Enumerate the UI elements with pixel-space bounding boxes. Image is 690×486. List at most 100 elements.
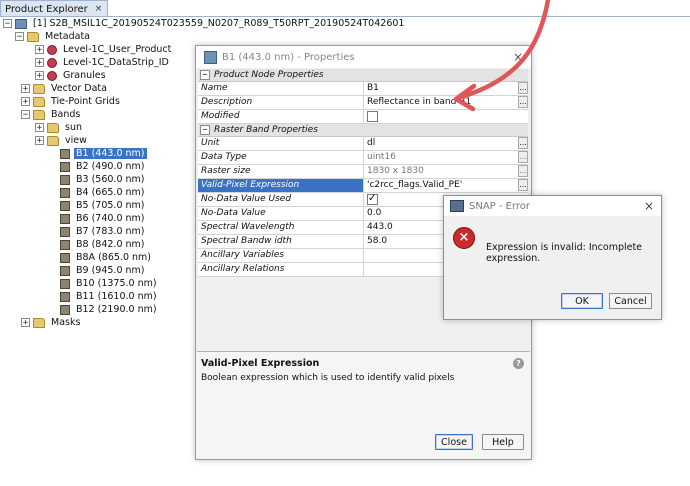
metadata-item-label: Level-1C_DataStrip_ID [63, 57, 169, 68]
band-label: B4 (665.0 nm) [76, 187, 145, 198]
bands-label: Bands [51, 109, 81, 120]
tree-node-band[interactable]: B9 (945.0 nm) [48, 264, 147, 277]
tree-node-band[interactable]: B12 (2190.0 nm) [48, 303, 159, 316]
section-product-node-properties[interactable]: − Product Node Properties [198, 69, 528, 82]
property-value-text: 443.0 [367, 222, 393, 232]
tree-node-bands[interactable]: − Bands [21, 108, 82, 121]
close-icon[interactable]: × [513, 50, 523, 64]
tree-node-band[interactable]: B10 (1375.0 nm) [48, 277, 159, 290]
expand-toggle[interactable]: + [21, 318, 30, 328]
expand-toggle[interactable]: + [21, 84, 30, 94]
edit-dots-button[interactable]: ... [518, 82, 528, 94]
property-value-text: 0.0 [367, 208, 382, 218]
folder-icon [33, 109, 45, 120]
property-row-modified[interactable]: Modified [198, 110, 528, 124]
tree-node-metadata-item[interactable]: + Level-1C_User_Product [35, 43, 173, 56]
tree-node-band-folder[interactable]: + view [35, 134, 89, 147]
property-description-panel: Valid-Pixel Expression Boolean expressio… [197, 351, 530, 458]
property-value-raster-size: 1830 x 1830... [364, 165, 528, 178]
property-row-valid-pixel-expression[interactable]: Valid-Pixel Expression 'c2rcc_flags.Vali… [198, 179, 528, 193]
tree-node-masks[interactable]: + Masks [21, 316, 82, 329]
tree-node-vector-data[interactable]: + Vector Data [21, 82, 109, 95]
close-button[interactable]: Close [435, 434, 473, 450]
ok-button[interactable]: OK [561, 293, 603, 309]
expand-toggle[interactable]: + [35, 45, 44, 55]
section-raster-band-properties[interactable]: − Raster Band Properties [198, 124, 528, 137]
section-label: Product Node Properties [214, 70, 324, 80]
tree-node-band[interactable]: B4 (665.0 nm) [48, 186, 147, 199]
tree-node-band[interactable]: B8 (842.0 nm) [48, 238, 147, 251]
close-icon[interactable]: × [644, 199, 654, 213]
band-label: B6 (740.0 nm) [76, 213, 145, 224]
tree-node-band[interactable]: B2 (490.0 nm) [48, 160, 147, 173]
expand-toggle[interactable]: + [35, 58, 44, 68]
description-title: Valid-Pixel Expression [201, 358, 320, 369]
edit-dots-button[interactable]: ... [518, 96, 528, 108]
property-row-data-type[interactable]: Data Type uint16... [198, 151, 528, 165]
cancel-button[interactable]: Cancel [609, 293, 652, 309]
tree-node-band[interactable]: B6 (740.0 nm) [48, 212, 147, 225]
property-row-description[interactable]: Description Reflectance in band B1... [198, 96, 528, 110]
error-dialog-titlebar[interactable]: SNAP - Error × [444, 196, 661, 216]
snap-logo-icon [450, 200, 464, 212]
error-dialog-title: SNAP - Error [469, 200, 531, 212]
folder-icon [33, 96, 45, 107]
property-row-raster-size[interactable]: Raster size 1830 x 1830... [198, 165, 528, 179]
band-label: B9 (945.0 nm) [76, 265, 145, 276]
expand-toggle[interactable]: + [21, 97, 30, 107]
band-icon [60, 213, 70, 224]
tree-node-band[interactable]: B11 (1610.0 nm) [48, 290, 159, 303]
edit-dots-button[interactable]: ... [518, 151, 528, 163]
help-button[interactable]: Help [482, 434, 524, 450]
tree-node-metadata-item[interactable]: + Level-1C_DataStrip_ID [35, 56, 171, 69]
help-icon[interactable]: ? [513, 358, 524, 369]
expand-toggle[interactable]: + [35, 136, 44, 146]
tree-node-band[interactable]: B8A (865.0 nm) [48, 251, 153, 264]
tree-node-band[interactable]: B5 (705.0 nm) [48, 199, 147, 212]
property-value-name[interactable]: B1... [364, 82, 528, 95]
property-value-text: dl [367, 138, 376, 148]
error-dialog: SNAP - Error × × Expression is invalid: … [443, 195, 662, 320]
expand-toggle[interactable]: + [35, 71, 44, 81]
edit-dots-button[interactable]: ... [518, 165, 528, 177]
collapse-toggle[interactable]: − [3, 19, 12, 29]
no-data-used-checkbox[interactable] [367, 192, 378, 205]
property-row-name[interactable]: Name B1... [198, 82, 528, 96]
metadata-icon [47, 57, 57, 68]
section-label: Raster Band Properties [214, 125, 318, 135]
tree-node-band-folder[interactable]: + sun [35, 121, 84, 134]
collapse-toggle[interactable]: − [21, 110, 30, 120]
property-row-unit[interactable]: Unit dl... [198, 137, 528, 151]
metadata-item-label: Granules [63, 70, 106, 81]
collapse-toggle[interactable]: − [15, 32, 24, 42]
property-value-valid-pixel-expression[interactable]: 'c2rcc_flags.Valid_PE'... [364, 179, 528, 192]
tree-node-tie-point-grids[interactable]: + Tie-Point Grids [21, 95, 122, 108]
band-label: B8A (865.0 nm) [76, 252, 151, 263]
product-explorer-tab[interactable]: Product Explorer × [0, 0, 109, 17]
edit-dots-button[interactable]: ... [518, 137, 528, 149]
tree-node-band[interactable]: B1 (443.0 nm) [48, 147, 147, 160]
masks-label: Masks [51, 317, 81, 328]
folder-icon [47, 122, 59, 133]
expand-toggle[interactable]: + [35, 123, 44, 133]
folder-icon [27, 31, 39, 42]
property-value-description[interactable]: Reflectance in band B1... [364, 96, 528, 109]
close-icon[interactable]: × [95, 4, 103, 14]
tree-node-metadata-item[interactable]: + Granules [35, 69, 108, 82]
metadata-icon [47, 70, 57, 81]
tree-node-product[interactable]: − [1] S2B_MSIL1C_20190524T023559_N0207_R… [3, 17, 406, 30]
tree-node-band[interactable]: B3 (560.0 nm) [48, 173, 147, 186]
tree-node-metadata[interactable]: − Metadata [15, 30, 92, 43]
band-icon [60, 161, 70, 172]
edit-dots-button[interactable]: ... [518, 179, 528, 191]
tree-node-band[interactable]: B7 (783.0 nm) [48, 225, 147, 238]
properties-titlebar[interactable]: B1 (443.0 nm) - Properties × [196, 46, 531, 68]
property-value-modified[interactable] [364, 110, 528, 123]
collapse-toggle[interactable]: − [200, 70, 210, 80]
property-value-data-type: uint16... [364, 151, 528, 164]
property-value-unit[interactable]: dl... [364, 137, 528, 150]
collapse-toggle[interactable]: − [200, 125, 210, 135]
modified-checkbox[interactable] [367, 111, 378, 122]
